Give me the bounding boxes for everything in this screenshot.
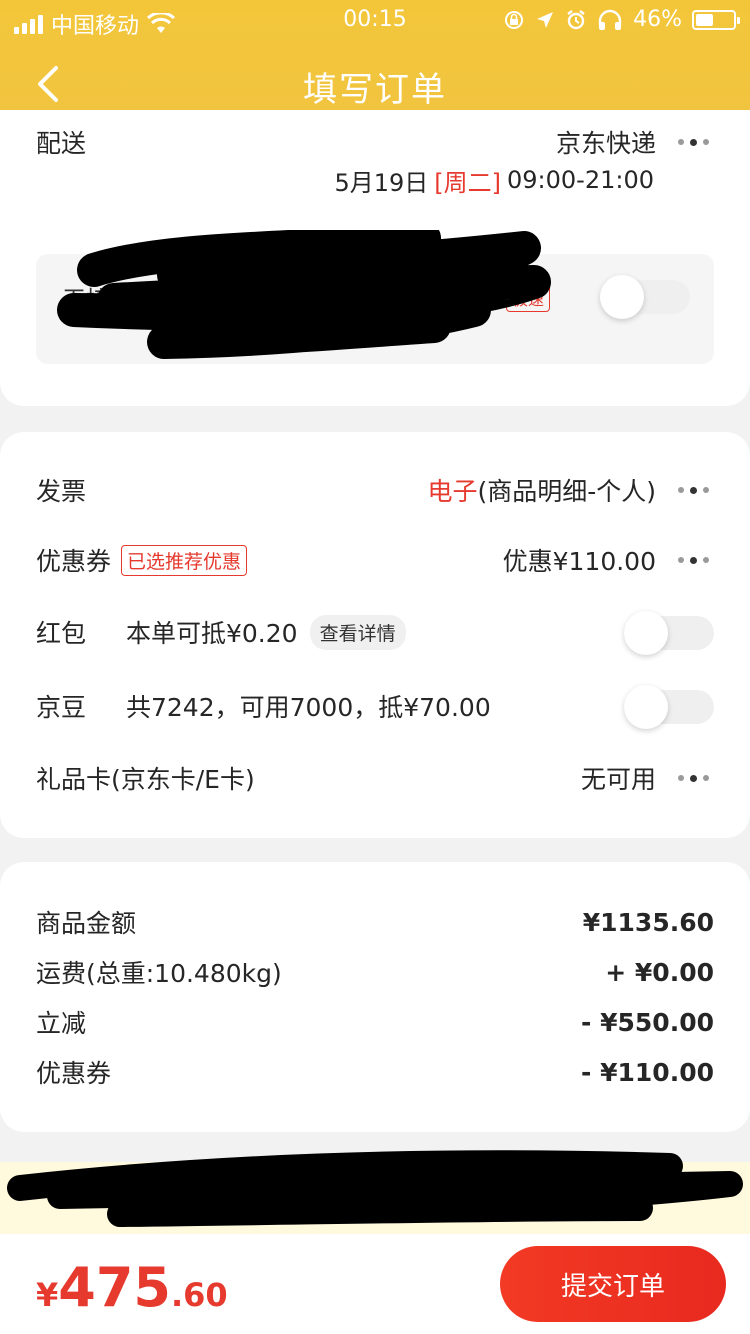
invoice-label: 发票 bbox=[36, 477, 87, 506]
red-packet-label: 红包 bbox=[36, 619, 87, 648]
header-bar: 中国移动 00:15 46% 填写订单 bbox=[0, 0, 750, 128]
lock-rotation-icon bbox=[505, 10, 524, 29]
options-card: 发票 电子(商品明细-个人) 优惠券 已选推荐优惠 优惠¥110.00 红包 本… bbox=[0, 432, 750, 838]
gift-card-value: 无可用 bbox=[580, 765, 656, 794]
invoice-row[interactable]: 发票 电子(商品明细-个人) bbox=[36, 470, 714, 510]
coupon-summary-value: - ¥110.00 bbox=[581, 1057, 714, 1087]
battery-icon bbox=[692, 9, 740, 30]
shipping-label: 运费(总重:10.480kg) bbox=[36, 959, 282, 988]
coupon-summary-label: 优惠券 bbox=[36, 1059, 112, 1088]
jingdou-toggle[interactable] bbox=[624, 685, 714, 729]
delivery-method: 京东快递 bbox=[555, 129, 656, 158]
delivery-time-row: 5月19日 [周二] 09:00-21:00 bbox=[36, 160, 654, 200]
delivery-label: 配送 bbox=[36, 129, 87, 158]
redaction-scribble bbox=[7, 1150, 743, 1227]
more-icon[interactable] bbox=[678, 555, 714, 565]
coupon-tag: 已选推荐优惠 bbox=[121, 544, 248, 576]
total-integer: 475 bbox=[58, 1256, 171, 1319]
goods-amount-label: 商品金额 bbox=[36, 909, 137, 938]
delivery-time-window: 09:00-21:00 bbox=[507, 166, 654, 194]
delivery-weekday: [周二] bbox=[434, 168, 501, 197]
instant-discount-row: 立减 - ¥550.00 bbox=[36, 1002, 714, 1042]
invoice-type: 电子 bbox=[427, 477, 478, 506]
redaction-scribble bbox=[57, 230, 551, 359]
shipping-row: 运费(总重:10.480kg) + ¥0.00 bbox=[36, 952, 714, 992]
submit-order-button[interactable]: 提交订单 bbox=[500, 1246, 726, 1322]
jingdou-desc: 共7242，可用7000，抵¥70.00 bbox=[126, 693, 491, 722]
delivery-card: 配送 京东快递 5月19日 [周二] 09:00-21:00 无接 极速 bbox=[0, 110, 750, 406]
coupon-label: 优惠券 bbox=[36, 547, 112, 576]
coupon-row[interactable]: 优惠券 已选推荐优惠 优惠¥110.00 bbox=[36, 540, 714, 580]
checkout-bar: ¥ 475 .60 提交订单 bbox=[0, 1234, 750, 1334]
delivery-date: 5月19日 bbox=[334, 168, 429, 197]
summary-card: 商品金额 ¥1135.60 运费(总重:10.480kg) + ¥0.00 立减… bbox=[0, 862, 750, 1132]
coupon-summary-row: 优惠券 - ¥110.00 bbox=[36, 1052, 714, 1092]
total-currency: ¥ bbox=[36, 1276, 59, 1314]
invoice-detail: (商品明细-个人) bbox=[477, 477, 656, 506]
instant-discount-value: - ¥550.00 bbox=[581, 1007, 714, 1037]
more-icon[interactable] bbox=[678, 773, 714, 783]
goods-amount-row: 商品金额 ¥1135.60 bbox=[36, 902, 714, 942]
more-icon[interactable] bbox=[678, 485, 714, 495]
jingdou-row: 京豆 共7242，可用7000，抵¥70.00 bbox=[36, 686, 714, 726]
red-packet-toggle[interactable] bbox=[624, 611, 714, 655]
contactless-toggle[interactable] bbox=[600, 275, 690, 319]
status-bar: 中国移动 00:15 46% bbox=[0, 0, 750, 40]
alarm-icon bbox=[567, 9, 585, 29]
page-title: 填写订单 bbox=[303, 70, 447, 110]
gift-card-row[interactable]: 礼品卡(京东卡/E卡) 无可用 bbox=[36, 758, 714, 798]
view-details-link[interactable]: 查看详情 bbox=[309, 614, 406, 650]
red-packet-desc: 本单可抵¥0.20 bbox=[126, 619, 298, 648]
coupon-value: 优惠¥110.00 bbox=[502, 547, 656, 576]
battery-percent: 46% bbox=[633, 7, 682, 32]
notice-banner bbox=[0, 1150, 750, 1234]
headphones-icon bbox=[598, 9, 622, 30]
order-total: ¥ 475 .60 bbox=[36, 1256, 228, 1319]
gift-card-label: 礼品卡(京东卡/E卡) bbox=[36, 765, 255, 794]
instant-discount-label: 立减 bbox=[36, 1009, 87, 1038]
more-icon[interactable] bbox=[678, 137, 714, 147]
jingdou-label: 京豆 bbox=[36, 693, 87, 722]
red-packet-row: 红包 本单可抵¥0.20 查看详情 bbox=[36, 612, 714, 652]
location-icon bbox=[537, 11, 554, 28]
total-decimal: .60 bbox=[171, 1276, 228, 1314]
goods-amount-value: ¥1135.60 bbox=[582, 907, 714, 937]
shipping-value: + ¥0.00 bbox=[605, 957, 714, 987]
delivery-row[interactable]: 配送 京东快递 bbox=[36, 122, 714, 162]
